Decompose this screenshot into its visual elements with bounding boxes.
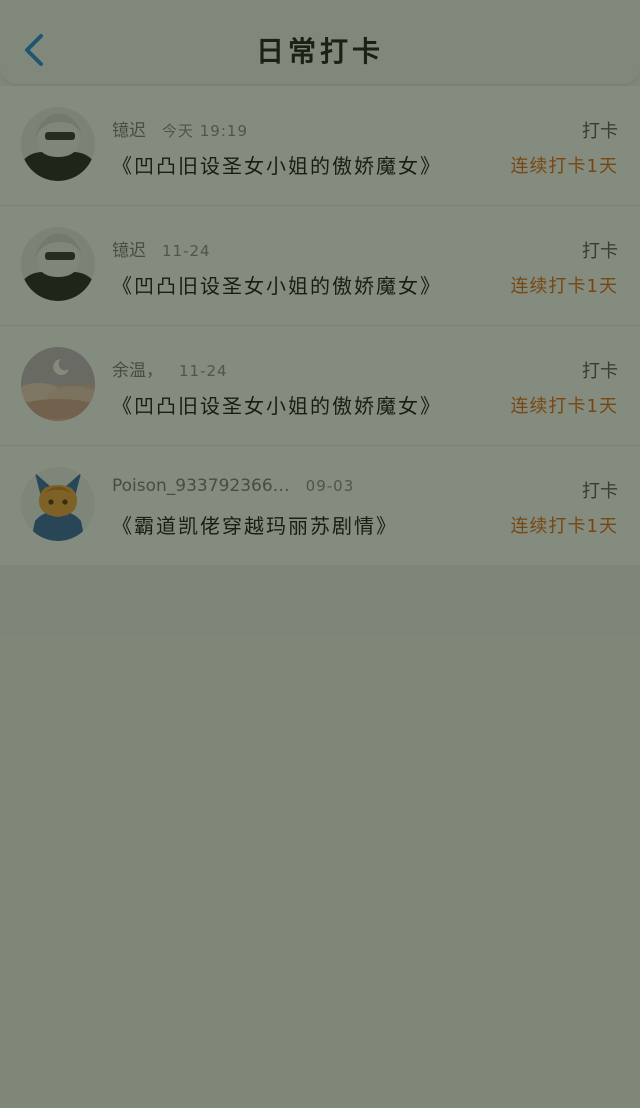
streak-label: 连续打卡1天 (510, 276, 618, 297)
user-line: 余温， 11-24 (112, 356, 228, 381)
streak-label: 连续打卡1天 (510, 516, 618, 537)
page-title: 日常打卡 (255, 35, 384, 68)
checkin-list: 镱迟 今天 19:19 《凹凸旧设圣女小姐的傲娇魔女》 打卡 连续打卡1天 镱迟 1… (0, 86, 640, 565)
username[interactable]: 镱迟 (112, 241, 146, 261)
user-line: 镱迟 11-24 (112, 236, 211, 261)
list-item[interactable]: Poison_933792366… 09-03 《霸道凯佬穿越玛丽苏剧情》 打卡 … (0, 446, 640, 565)
streak-label: 连续打卡1天 (510, 396, 618, 417)
timestamp: 11-24 (162, 242, 211, 260)
list-item[interactable]: 镱迟 11-24 《凹凸旧设圣女小姐的傲娇魔女》 打卡 连续打卡1天 (0, 206, 640, 326)
list-item[interactable]: 镱迟 今天 19:19 《凹凸旧设圣女小姐的傲娇魔女》 打卡 连续打卡1天 (0, 86, 640, 206)
username[interactable]: 余温， (112, 361, 163, 381)
book-title[interactable]: 《霸道凯佬穿越玛丽苏剧情》 (112, 510, 398, 539)
timestamp: 11-24 (179, 362, 228, 380)
username[interactable]: 镱迟 (112, 121, 146, 141)
anime-avatar-icon (21, 227, 95, 301)
streak-label: 连续打卡1天 (510, 156, 618, 177)
avatar[interactable] (21, 347, 95, 421)
action-label: 打卡 (582, 361, 618, 382)
action-label: 打卡 (582, 241, 618, 262)
moon-sky-avatar-icon (21, 347, 95, 421)
user-line: 镱迟 今天 19:19 (112, 116, 248, 141)
user-line: Poison_933792366… 09-03 (112, 476, 354, 496)
timestamp: 09-03 (305, 477, 355, 495)
book-title[interactable]: 《凹凸旧设圣女小姐的傲娇魔女》 (112, 390, 442, 419)
book-title[interactable]: 《凹凸旧设圣女小姐的傲娇魔女》 (112, 270, 442, 299)
avatar[interactable] (21, 467, 95, 541)
timestamp: 今天 19:19 (162, 122, 248, 140)
list-item[interactable]: 余温， 11-24 《凹凸旧设圣女小姐的傲娇魔女》 打卡 连续打卡1天 (0, 326, 640, 446)
avatar[interactable] (21, 227, 95, 301)
action-label: 打卡 (582, 121, 618, 142)
action-label: 打卡 (582, 481, 618, 502)
nav-header: 日常打卡 (0, 0, 640, 85)
cat-ears-avatar-icon (21, 467, 95, 541)
book-title[interactable]: 《凹凸旧设圣女小姐的傲娇魔女》 (112, 150, 442, 179)
checkin-page: 日常打卡 镱迟 今天 19:19 《凹凸旧设圣女小姐的傲娇魔女》 打卡 连续打卡1… (0, 0, 640, 1108)
anime-avatar-icon (21, 107, 95, 181)
avatar[interactable] (21, 107, 95, 181)
username[interactable]: Poison_933792366… (112, 476, 290, 496)
